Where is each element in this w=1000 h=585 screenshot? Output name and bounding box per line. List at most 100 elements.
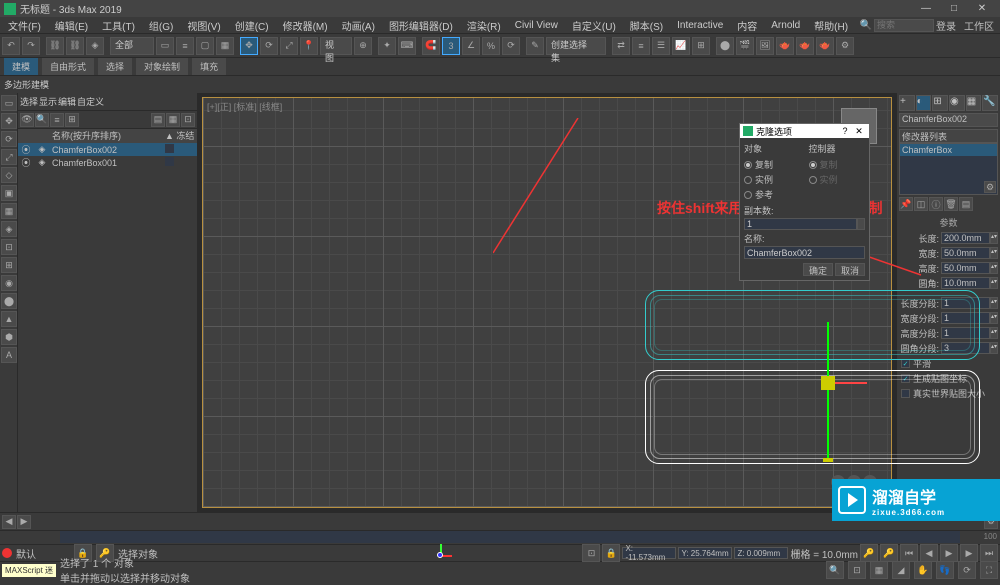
material-editor-button[interactable]: ⬤ <box>716 37 734 55</box>
tool6-icon[interactable]: ▣ <box>1 185 17 201</box>
dialog-help-button[interactable]: ? <box>838 126 852 136</box>
align-button[interactable]: ≡ <box>632 37 650 55</box>
se-btn2[interactable]: 🔍 <box>35 113 49 127</box>
param-fillet-field[interactable]: 10.0mm <box>941 277 990 289</box>
maximize-button[interactable]: □ <box>940 0 968 17</box>
menu-view[interactable]: 视图(V) <box>181 18 226 33</box>
stack-config-icon[interactable]: ⚙ <box>984 181 996 193</box>
minimize-button[interactable]: ― <box>912 0 940 17</box>
gizmo-y-axis[interactable] <box>827 322 829 462</box>
coord-x[interactable]: X: -11.573mm <box>622 547 676 559</box>
spinner-icon[interactable]: ▴▾ <box>990 262 998 274</box>
spinner-icon[interactable]: ▴▾ <box>990 312 998 324</box>
tool9-icon[interactable]: ⊡ <box>1 239 17 255</box>
curve-editor-button[interactable]: 📈 <box>672 37 690 55</box>
maxscript-label[interactable]: MAXScript 迷 <box>2 564 56 577</box>
se-btn1[interactable]: 👁 <box>20 113 34 127</box>
rotate-button[interactable]: ⟳ <box>260 37 278 55</box>
se-btn4[interactable]: ⊞ <box>65 113 79 127</box>
bind-button[interactable]: ◈ <box>86 37 104 55</box>
nav-zoom-icon[interactable]: 🔍 <box>826 561 844 579</box>
panel-modify-icon[interactable]: ◐ <box>916 95 932 111</box>
nav-fov-icon[interactable]: ◢ <box>892 561 910 579</box>
dialog-close-button[interactable]: ✕ <box>852 126 866 137</box>
tool7-icon[interactable]: ▦ <box>1 203 17 219</box>
radio-instance[interactable] <box>744 176 752 184</box>
move-tool-icon[interactable]: ✥ <box>1 113 17 129</box>
signin-link[interactable]: 登录 <box>936 18 956 33</box>
rotate-tool-icon[interactable]: ⟳ <box>1 131 17 147</box>
search-input[interactable] <box>874 19 934 32</box>
radio-copy[interactable] <box>744 161 752 169</box>
menu-grapheditor[interactable]: 图形编辑器(D) <box>383 18 459 33</box>
select-tool-icon[interactable]: ▭ <box>1 95 17 111</box>
nav-orbit-icon[interactable]: ⟳ <box>958 561 976 579</box>
tab-objpaint[interactable]: 对象绘制 <box>136 58 188 75</box>
gizmo-center[interactable] <box>821 376 835 390</box>
tool15-icon[interactable]: A <box>1 347 17 363</box>
menu-content[interactable]: 内容 <box>731 18 763 33</box>
tab-select[interactable]: 选择 <box>98 58 132 75</box>
snap3-button[interactable]: 3 <box>442 37 460 55</box>
manipulate-button[interactable]: ✦ <box>378 37 396 55</box>
spinner-icon[interactable]: ▴▾ <box>990 247 998 259</box>
spinner-icon[interactable] <box>857 218 865 230</box>
spinner-snap-button[interactable]: ⟳ <box>502 37 520 55</box>
spinner-icon[interactable]: ▴▾ <box>990 232 998 244</box>
scene-tab-display[interactable]: 显示 <box>39 95 57 108</box>
menu-civilview[interactable]: Civil View <box>509 20 564 31</box>
coord-y[interactable]: Y: 25.764mm <box>678 547 732 559</box>
unlink-button[interactable]: ⛓ <box>66 37 84 55</box>
object-name-field[interactable]: ChamferBox002 <box>899 113 998 127</box>
tab-fill[interactable]: 填充 <box>192 58 226 75</box>
nav-maxview-icon[interactable]: ⛶ <box>980 561 998 579</box>
select-name-button[interactable]: ≡ <box>176 37 194 55</box>
clone-name-field[interactable] <box>744 246 865 259</box>
select-region-button[interactable]: ▢ <box>196 37 214 55</box>
timeline-btn2[interactable]: ▶ <box>17 515 31 529</box>
menu-file[interactable]: 文件(F) <box>2 18 47 33</box>
snap-toggle-button[interactable]: 🧲 <box>422 37 440 55</box>
pin-stack-icon[interactable]: 📌 <box>899 197 913 211</box>
nav-pan-icon[interactable]: ✋ <box>914 561 932 579</box>
panel-motion-icon[interactable]: ◉ <box>949 95 965 111</box>
menu-render[interactable]: 渲染(R) <box>461 18 507 33</box>
modifier-list-dropdown[interactable]: 修改器列表 <box>899 129 998 143</box>
panel-create-icon[interactable]: + <box>899 95 915 111</box>
scale-tool-icon[interactable]: ⤢ <box>1 149 17 165</box>
tab-modeling[interactable]: 建模 <box>4 58 38 75</box>
select-button[interactable]: ▭ <box>156 37 174 55</box>
close-button[interactable]: ✕ <box>968 0 996 17</box>
tool14-icon[interactable]: ⬢ <box>1 329 17 345</box>
time-ruler[interactable] <box>60 531 960 543</box>
window-crossing-button[interactable]: ▦ <box>216 37 234 55</box>
nav-walk-icon[interactable]: 👣 <box>936 561 954 579</box>
named-sel-dropdown[interactable]: 创建选择集 <box>546 37 606 55</box>
keyboard-button[interactable]: ⌨ <box>398 37 416 55</box>
se-btn3[interactable]: ≡ <box>50 113 64 127</box>
menu-customize[interactable]: 自定义(U) <box>566 18 622 33</box>
nav-zoomext-icon[interactable]: ▦ <box>870 561 888 579</box>
menu-tools[interactable]: 工具(T) <box>96 18 141 33</box>
place-button[interactable]: 📍 <box>300 37 318 55</box>
tool8-icon[interactable]: ◈ <box>1 221 17 237</box>
spinner-icon[interactable]: ▴▾ <box>990 277 998 289</box>
se-btn6[interactable]: ▦ <box>166 113 180 127</box>
ribbon-polymodel[interactable]: 多边形建模 <box>4 78 49 91</box>
tab-freeform[interactable]: 自由形式 <box>42 58 94 75</box>
param-height-field[interactable]: 50.0mm <box>941 262 990 274</box>
param-length-field[interactable]: 200.0mm <box>941 232 990 244</box>
percent-snap-button[interactable]: % <box>482 37 500 55</box>
radio-reference[interactable] <box>744 191 752 199</box>
show-result-icon[interactable]: ◫ <box>914 197 928 211</box>
scene-tab-edit[interactable]: 编辑 <box>58 95 76 108</box>
angle-snap-button[interactable]: ∠ <box>462 37 480 55</box>
tool5-icon[interactable]: ◇ <box>1 167 17 183</box>
tool12-icon[interactable]: ⬤ <box>1 293 17 309</box>
menu-help[interactable]: 帮助(H) <box>808 18 854 33</box>
schematic-button[interactable]: ⊞ <box>692 37 710 55</box>
layer-label[interactable]: 默认 <box>16 546 36 561</box>
move-gizmo[interactable] <box>813 322 843 462</box>
menu-script[interactable]: 脚本(S) <box>624 18 669 33</box>
undo-button[interactable]: ↶ <box>2 37 20 55</box>
